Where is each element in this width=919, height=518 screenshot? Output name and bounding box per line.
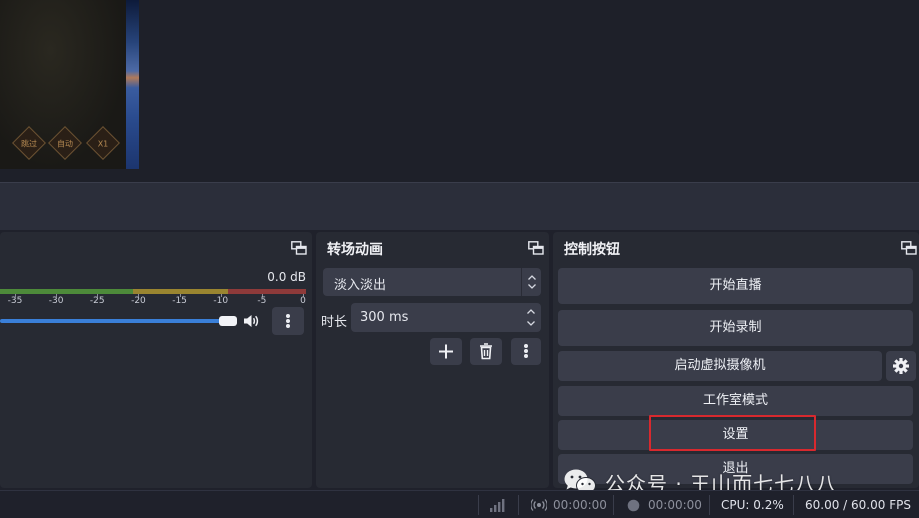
dock-title: 控制按钮 (564, 242, 620, 258)
meter-tick-scale: -35 -30 -25 -20 -15 -10 -5 0 (0, 294, 306, 306)
settings-button[interactable]: 设置 (558, 420, 913, 450)
stream-timer: 00:00:00 (553, 498, 607, 512)
mixer-menu-button[interactable] (272, 307, 304, 335)
scene-toolbar-area (0, 182, 919, 230)
record-dot-icon (627, 499, 640, 512)
preview-side-strip (126, 0, 139, 169)
speaker-icon[interactable] (242, 312, 260, 330)
gear-icon (893, 358, 909, 374)
start-virtual-camera-label: 启动虚拟摄像机 (674, 358, 766, 373)
virtual-camera-settings-button[interactable] (886, 351, 916, 381)
volume-slider-thumb[interactable] (219, 316, 237, 326)
updown-chevron-icon (521, 268, 541, 296)
meter-tick-label: -30 (48, 296, 64, 306)
fps-readout: 60.00 / 60.00 FPS (805, 498, 911, 512)
meter-tick-label: -35 (7, 296, 23, 306)
trash-icon (480, 343, 492, 360)
cpu-usage: CPU: 0.2% (721, 498, 784, 512)
plus-icon (439, 344, 453, 359)
meter-tick-label: -25 (89, 296, 105, 306)
kebab-icon (286, 314, 290, 328)
meter-tick-label: -10 (213, 296, 229, 306)
meter-tick-label: -20 (131, 296, 146, 306)
status-separator (613, 495, 614, 515)
start-recording-button[interactable]: 开始录制 (558, 310, 913, 346)
game-speed-button: X1 (86, 126, 120, 160)
volume-db-value: 0.0 dB (267, 270, 306, 284)
add-transition-button[interactable] (430, 338, 462, 365)
kebab-icon (524, 344, 528, 358)
status-separator (709, 495, 710, 515)
game-auto-button: 自动 (48, 126, 82, 160)
dock-header (0, 232, 312, 262)
volume-slider-track[interactable] (0, 319, 225, 323)
dock-header: 转场动画 (316, 232, 549, 262)
status-separator (518, 495, 519, 515)
transition-type-select[interactable]: 淡入淡出 (323, 268, 541, 296)
settings-label: 设置 (722, 427, 749, 442)
meter-tick-label: -5 (257, 296, 267, 306)
preview-area: 跳过 自动 X1 (0, 0, 919, 182)
status-bar: 00:00:00 00:00:00 CPU: 0.2% 60.00 / 60.0… (0, 490, 919, 518)
undock-icon[interactable] (901, 241, 917, 255)
dock-header: 控制按钮 (553, 232, 919, 262)
duration-value: 300 ms (360, 310, 409, 325)
studio-mode-button[interactable]: 工作室模式 (558, 386, 913, 416)
start-streaming-label: 开始直播 (709, 278, 762, 293)
remove-transition-button[interactable] (470, 338, 502, 365)
record-timer: 00:00:00 (648, 498, 702, 512)
scene-transitions-dock: 转场动画 淡入淡出 时长 300 ms (316, 232, 549, 488)
dock-title: 转场动画 (327, 242, 383, 258)
game-skip-button: 跳过 (12, 126, 46, 160)
broadcast-icon (531, 499, 547, 511)
controls-dock: 控制按钮 开始直播 开始录制 启动虚拟摄像机 工作室模式 设置 退出 (553, 232, 919, 488)
signal-bars-icon (490, 499, 505, 512)
preview-canvas[interactable]: 跳过 自动 X1 (0, 0, 139, 169)
spin-arrows-icon[interactable] (525, 305, 537, 330)
duration-label: 时长 (321, 315, 348, 330)
transition-menu-button[interactable] (511, 338, 541, 365)
undock-icon[interactable] (528, 241, 544, 255)
start-recording-label: 开始录制 (709, 320, 762, 335)
start-streaming-button[interactable]: 开始直播 (558, 268, 913, 304)
duration-spinbox[interactable]: 300 ms (351, 303, 541, 332)
audio-mixer-dock: 0.0 dB -35 -30 -25 -20 -15 -10 -5 0 (0, 232, 312, 488)
game-speed-label: X1 (97, 139, 109, 149)
transition-type-value: 淡入淡出 (334, 278, 387, 293)
game-skip-label: 跳过 (21, 139, 37, 149)
meter-tick-label: -15 (172, 296, 187, 306)
start-virtual-camera-button[interactable]: 启动虚拟摄像机 (558, 351, 882, 381)
undock-icon[interactable] (291, 241, 307, 255)
game-capture: 跳过 自动 X1 (0, 0, 126, 169)
game-auto-label: 自动 (57, 139, 73, 149)
status-separator (478, 495, 479, 515)
studio-mode-label: 工作室模式 (702, 393, 768, 408)
status-separator (793, 495, 794, 515)
meter-tick-label: 0 (300, 296, 306, 306)
